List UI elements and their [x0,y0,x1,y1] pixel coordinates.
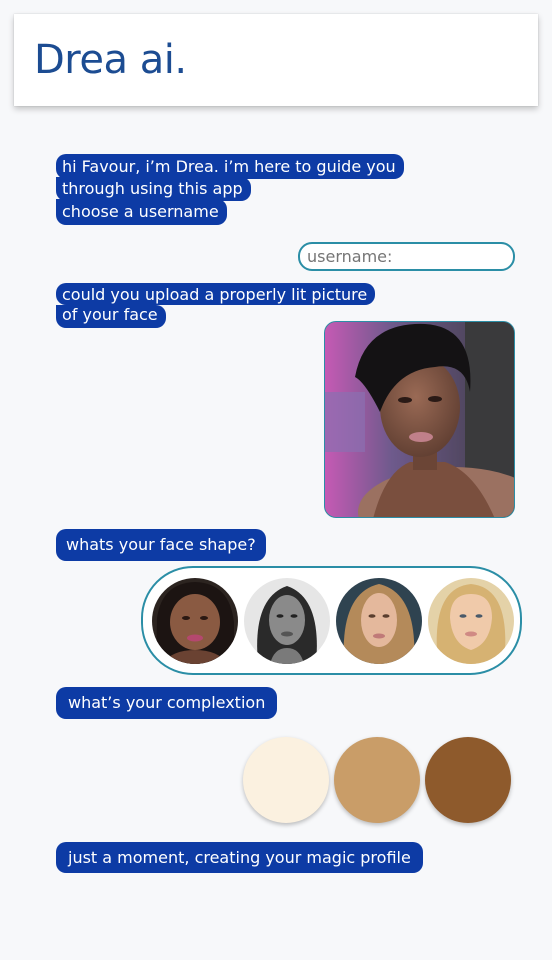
uploaded-face-photo[interactable] [324,321,515,518]
message-line: of your face [56,305,166,328]
message-line: hi Favour, i’m Drea. i’m here to guide y… [56,154,404,179]
app-header: Drea ai. [14,14,538,106]
message-line: choose a username [56,199,227,225]
face-shape-option-round[interactable] [152,578,238,664]
bot-message-final: just a moment, creating your magic profi… [56,842,423,873]
long-face-photo [336,578,422,664]
face-shape-option-oval[interactable] [244,578,330,664]
complexion-swatch-light[interactable] [243,737,329,823]
bot-message-complexion: what’s your complextion [56,687,278,719]
face-shape-option-long[interactable] [336,578,422,664]
bot-message-greeting: hi Favour, i’m Drea. i’m here to guide y… [56,154,404,225]
complexion-swatch-medium[interactable] [334,737,420,823]
username-input[interactable] [298,242,515,271]
complexion-swatch-dark[interactable] [425,737,511,823]
bot-message-face-shape: whats your face shape? [56,529,266,561]
app-title: Drea ai. [34,37,187,83]
oval-face-photo [244,578,330,664]
face-shape-option-heart[interactable] [428,578,514,664]
portrait-image [325,322,514,517]
bot-message-upload: could you upload a properly lit picture … [56,283,376,328]
round-face-photo [152,578,238,664]
message-line: could you upload a properly lit picture [56,283,376,305]
message-line: through using this app [56,177,251,201]
face-shape-options [141,566,522,675]
heart-face-photo [428,578,514,664]
